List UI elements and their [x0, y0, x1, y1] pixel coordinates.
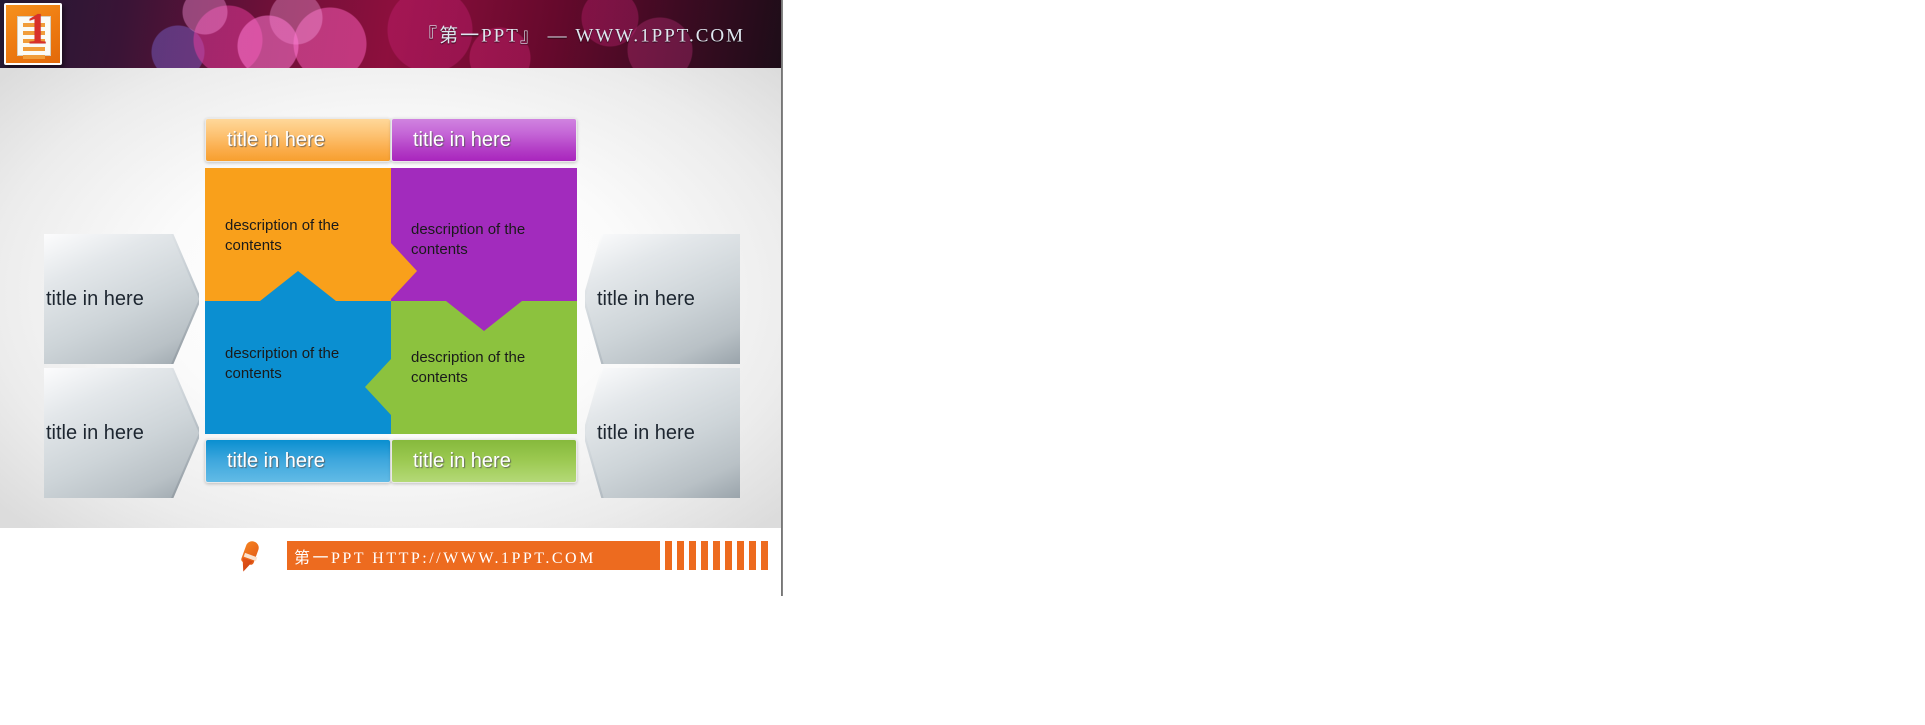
- quadrant-top-left[interactable]: description of the contents: [205, 168, 391, 301]
- side-callout-label: title in here: [46, 287, 144, 310]
- logo-digit: 1: [26, 4, 48, 53]
- quadrant-diagram: title in here title in here description …: [205, 118, 580, 483]
- side-callout-left-bottom[interactable]: title in here: [44, 368, 199, 498]
- footer-stripe-decoration: [653, 541, 783, 570]
- empty-right-pane: [785, 0, 1925, 725]
- quadrant-title-label: title in here: [413, 128, 511, 151]
- header-brand-text: 『第一PPT』 — WWW.1PPT.COM: [418, 25, 745, 47]
- quadrant-body-text: description of the contents: [225, 217, 340, 255]
- slide-body: title in here title in here title in her…: [0, 68, 783, 528]
- quadrant-title-bottom-right[interactable]: title in here: [391, 439, 577, 483]
- quadrant-title-top-left[interactable]: title in here: [205, 118, 391, 162]
- quadrant-top-right[interactable]: description of the contents: [391, 168, 577, 301]
- quadrant-title-label: title in here: [227, 449, 325, 472]
- quadrant-title-bottom-left[interactable]: title in here: [205, 439, 391, 483]
- quadrant-title-label: title in here: [227, 128, 325, 151]
- quadrant-body-text: description of the contents: [411, 349, 526, 387]
- pen-icon: [238, 539, 272, 573]
- footer-strip: 第一PPT HTTP://WWW.1PPT.COM: [0, 528, 783, 596]
- empty-bottom-pane: [0, 596, 783, 725]
- side-callout-left-top[interactable]: title in here: [44, 234, 199, 364]
- first-ppt-logo-icon[interactable]: 1: [4, 3, 62, 65]
- side-callout-label: title in here: [46, 421, 144, 444]
- side-callout-right-bottom[interactable]: title in here: [585, 368, 740, 498]
- capture-right-edge: [781, 0, 783, 596]
- quadrant-body-text: description of the contents: [225, 345, 340, 383]
- side-callout-label: title in here: [597, 421, 695, 444]
- slide-canvas: 『第一PPT』 — WWW.1PPT.COM 1 title in here t…: [0, 0, 783, 596]
- quadrant-title-top-right[interactable]: title in here: [391, 118, 577, 162]
- footer-url-text: 第一PPT HTTP://WWW.1PPT.COM: [294, 549, 596, 567]
- quadrant-bottom-right[interactable]: description of the contents: [391, 301, 577, 434]
- side-callout-right-top[interactable]: title in here: [585, 234, 740, 364]
- screenshot-root: 『第一PPT』 — WWW.1PPT.COM 1 title in here t…: [0, 0, 1925, 725]
- header-banner: 『第一PPT』 — WWW.1PPT.COM 1: [0, 0, 783, 68]
- quadrant-bottom-left[interactable]: description of the contents: [205, 301, 391, 434]
- quadrant-body-text: description of the contents: [411, 221, 526, 259]
- footer-url-bar[interactable]: 第一PPT HTTP://WWW.1PPT.COM: [287, 541, 653, 570]
- quadrant-title-label: title in here: [413, 449, 511, 472]
- side-callout-label: title in here: [597, 287, 695, 310]
